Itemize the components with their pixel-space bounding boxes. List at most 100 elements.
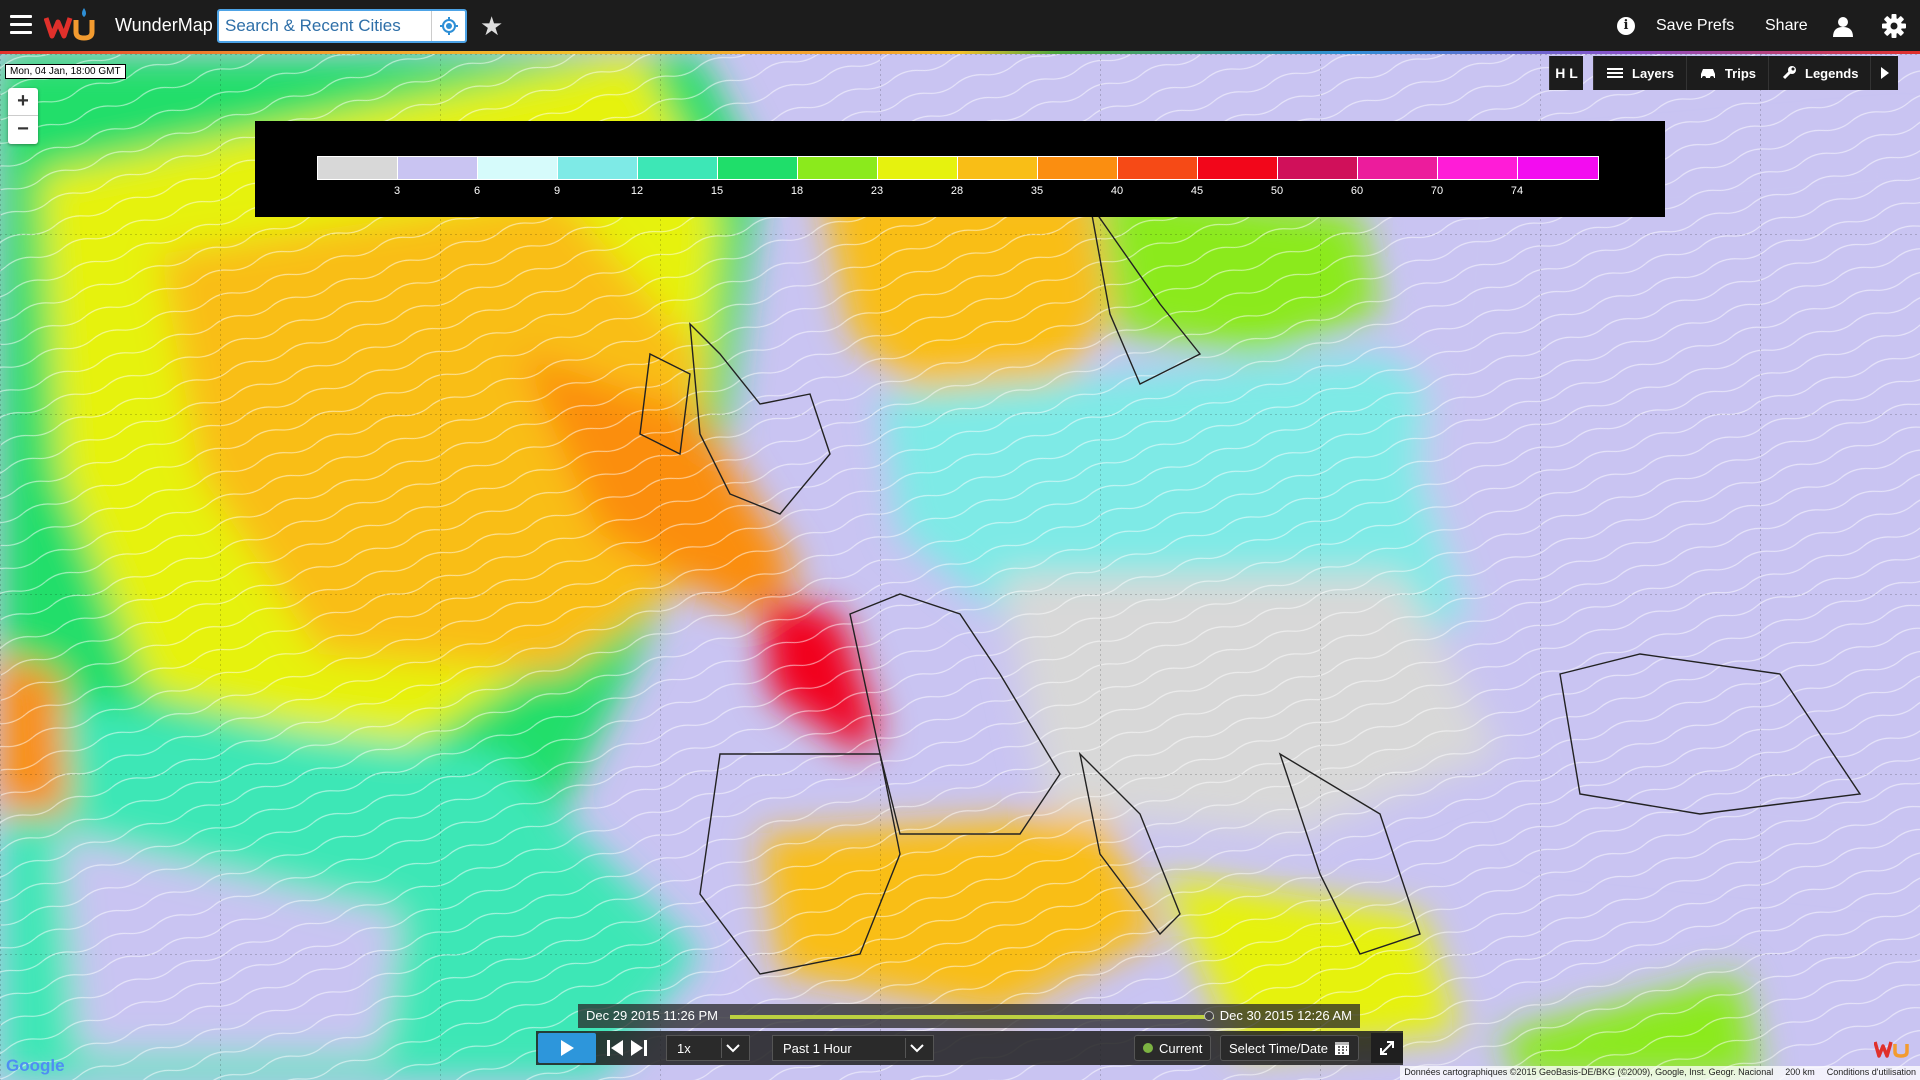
chevron-down-icon xyxy=(910,1044,924,1053)
user-button[interactable] xyxy=(1832,0,1854,51)
legend-swatch xyxy=(1358,157,1438,179)
legend-label: 60 xyxy=(1350,185,1364,197)
play-button[interactable] xyxy=(538,1033,596,1063)
skip-back-icon xyxy=(607,1040,623,1056)
legend-swatch xyxy=(718,157,798,179)
hl-label: H L xyxy=(1555,65,1578,81)
wind-legend: 3 6 9 12 15 18 23 28 35 40 45 50 60 70 74 xyxy=(255,121,1665,217)
legend-label: 70 xyxy=(1430,185,1444,197)
legend-color-scale xyxy=(317,156,1599,180)
map-attribution: Données cartographiques ©2015 GeoBasis-D… xyxy=(1400,1066,1920,1080)
current-status-dot xyxy=(1143,1043,1153,1053)
skip-back-button[interactable] xyxy=(606,1035,626,1061)
timeline-track[interactable] xyxy=(730,1015,1214,1019)
share-button[interactable]: Share xyxy=(1765,0,1808,51)
legend-label: 23 xyxy=(870,185,884,197)
pressure-hl-button[interactable]: H L xyxy=(1549,56,1583,90)
legend-swatch xyxy=(398,157,478,179)
select-time-button[interactable]: Select Time/Date xyxy=(1220,1035,1359,1061)
top-bar: WunderMap ★ i Save Prefs Share xyxy=(0,0,1920,51)
legend-label: 3 xyxy=(393,185,401,197)
zoom-in-button[interactable]: + xyxy=(8,88,38,116)
legend-swatch xyxy=(1038,157,1118,179)
settings-button[interactable] xyxy=(1881,0,1907,51)
animation-timeline: Dec 29 2015 11:26 PM Dec 30 2015 12:26 A… xyxy=(578,1004,1360,1028)
legend-swatch xyxy=(1198,157,1278,179)
expand-icon xyxy=(1380,1041,1394,1055)
search-box[interactable] xyxy=(217,9,467,43)
wu-logo[interactable] xyxy=(44,6,104,44)
current-label: Current xyxy=(1159,1040,1203,1056)
legend-swatch xyxy=(318,157,398,179)
layers-button[interactable]: Layers xyxy=(1593,56,1686,90)
search-input[interactable] xyxy=(219,11,429,41)
attribution-text: Données cartographiques ©2015 GeoBasis-D… xyxy=(1404,1067,1774,1077)
legend-swatch xyxy=(478,157,558,179)
legend-swatch xyxy=(558,157,638,179)
wu-watermark-logo xyxy=(1874,1041,1909,1058)
save-prefs-button[interactable]: Save Prefs xyxy=(1656,0,1734,51)
legends-label: Legends xyxy=(1805,65,1859,81)
legend-label: 74 xyxy=(1510,185,1524,197)
layers-label: Layers xyxy=(1632,65,1674,81)
google-logo: Google xyxy=(6,1056,65,1075)
info-icon: i xyxy=(1617,16,1635,35)
gear-icon xyxy=(1882,13,1906,38)
skip-forward-icon xyxy=(631,1040,647,1056)
speed-value: 1x xyxy=(677,1040,691,1056)
map-timestamp: Mon, 04 Jan, 18:00 GMT xyxy=(5,64,126,79)
legend-swatch xyxy=(878,157,958,179)
legend-swatch xyxy=(1118,157,1198,179)
locate-button[interactable] xyxy=(431,11,465,41)
info-button[interactable]: i xyxy=(1617,0,1635,51)
menu-icon[interactable] xyxy=(10,15,32,35)
terms-link[interactable]: Conditions d'utilisation xyxy=(1827,1067,1916,1079)
legend-label: 6 xyxy=(473,185,481,197)
legend-label: 28 xyxy=(950,185,964,197)
legend-swatch xyxy=(1278,157,1358,179)
car-icon xyxy=(1700,69,1715,80)
legend-swatch xyxy=(1518,157,1598,179)
crosshair-icon xyxy=(439,17,458,35)
legend-swatch xyxy=(1438,157,1518,179)
legend-label: 35 xyxy=(1030,185,1044,197)
range-select[interactable]: Past 1 Hour xyxy=(772,1035,934,1061)
speed-select[interactable]: 1x xyxy=(666,1035,750,1061)
app-title: WunderMap xyxy=(115,15,213,35)
zoom-control: + − xyxy=(8,88,38,144)
user-icon xyxy=(1833,16,1853,37)
map-toolbar: H L Layers Trips Legends xyxy=(1549,56,1899,90)
skip-forward-button[interactable] xyxy=(628,1035,648,1061)
favorites-star-icon[interactable]: ★ xyxy=(480,11,503,42)
legend-label: 18 xyxy=(790,185,804,197)
scale-label: 200 km xyxy=(1785,1067,1815,1077)
legend-swatch xyxy=(958,157,1038,179)
timeline-start: Dec 29 2015 11:26 PM xyxy=(586,1008,719,1023)
range-value: Past 1 Hour xyxy=(783,1040,852,1056)
legends-button[interactable]: Legends xyxy=(1768,56,1871,90)
trips-label: Trips xyxy=(1724,65,1756,81)
legend-label: 9 xyxy=(553,185,561,197)
trips-button[interactable]: Trips xyxy=(1685,56,1768,90)
play-icon xyxy=(561,1040,574,1056)
layers-icon xyxy=(1607,68,1623,78)
legend-label: 12 xyxy=(630,185,644,197)
chevron-down-icon xyxy=(726,1044,740,1053)
play-arrow-icon xyxy=(1880,67,1889,79)
calendar-icon xyxy=(1335,1042,1349,1055)
timeline-handle[interactable] xyxy=(1204,1011,1215,1021)
current-button[interactable]: Current xyxy=(1134,1035,1212,1061)
collapse-toolbar-button[interactable] xyxy=(1870,56,1899,90)
legend-label: 45 xyxy=(1190,185,1204,197)
timeline-end: Dec 30 2015 12:26 AM xyxy=(1219,1008,1352,1023)
legend-label: 40 xyxy=(1110,185,1124,197)
legend-label: 50 xyxy=(1270,185,1284,197)
fullscreen-button[interactable] xyxy=(1371,1033,1403,1063)
select-time-label: Select Time/Date xyxy=(1229,1040,1328,1056)
legend-swatch xyxy=(638,157,718,179)
legend-swatch xyxy=(798,157,878,179)
wrench-icon xyxy=(1782,66,1796,80)
zoom-out-button[interactable]: − xyxy=(8,116,38,144)
legend-label: 15 xyxy=(710,185,724,197)
animation-controls: 1x Past 1 Hour Current Select Time/Date xyxy=(536,1031,1403,1065)
